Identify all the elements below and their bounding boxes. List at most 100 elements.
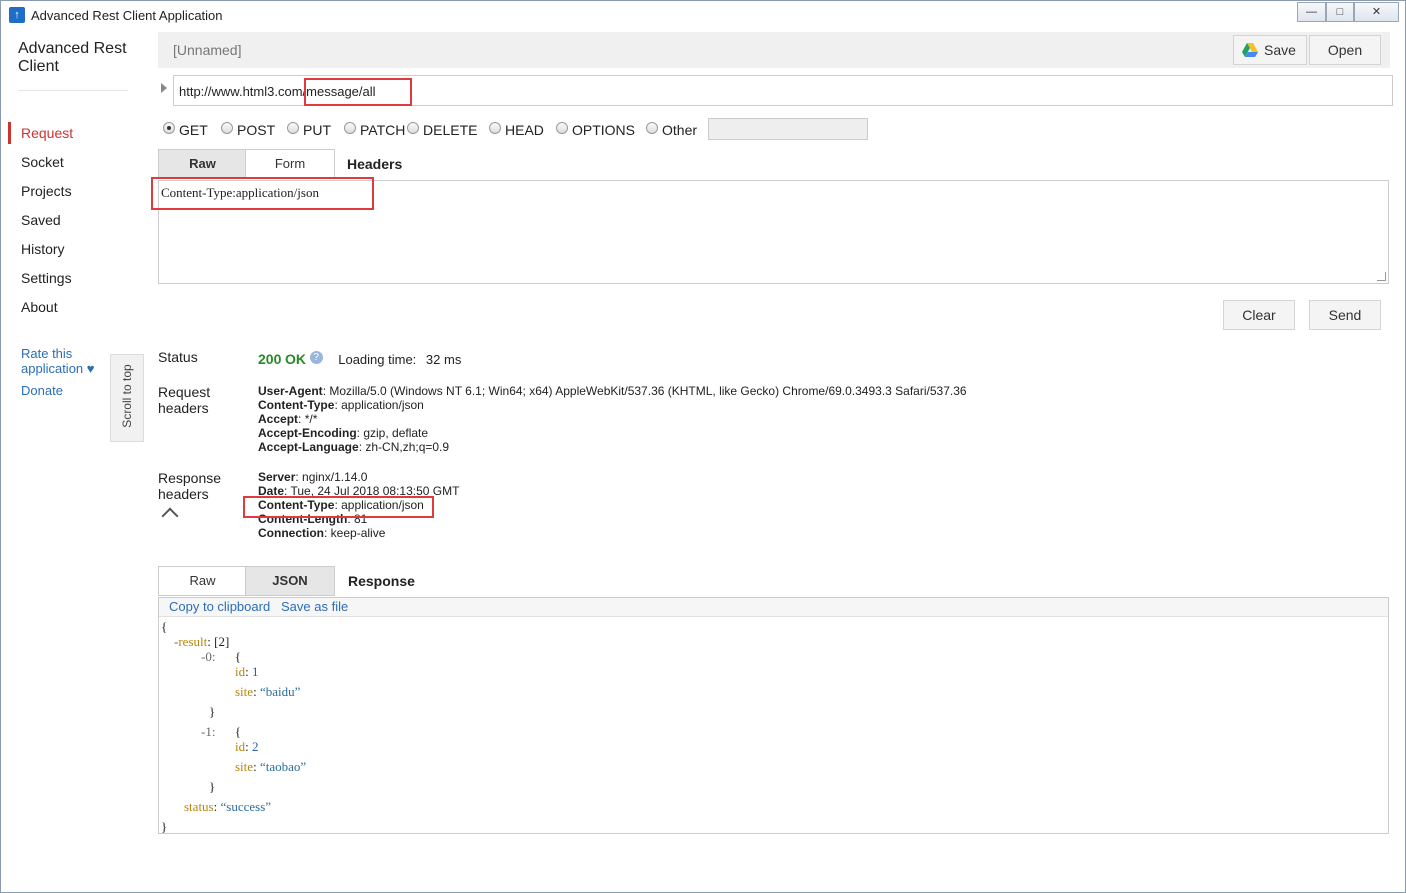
minimize-button[interactable]: — [1297,2,1326,22]
json-item-0-line: -0: { [201,649,241,664]
sidebar-item-request[interactable]: Request [21,125,73,141]
sidebar-item-projects[interactable]: Projects [21,183,72,199]
request-headers-label: Request headers [158,384,210,416]
status-line: 200 OK ? Loading time: 32 ms [258,351,461,367]
json-open-brace: { [161,619,168,634]
logo-line-2: Client [18,58,59,75]
header-name: Content-Type [258,398,335,412]
header-name: Accept-Language [258,440,359,454]
resize-grip-icon[interactable] [1377,272,1386,281]
status-text: OK [284,351,306,367]
sidebar-item-settings[interactable]: Settings [21,270,72,286]
header-name: Connection [258,526,324,540]
sidebar-item-history[interactable]: History [21,241,65,257]
headers-section-title: Headers [347,156,403,172]
window-title: Advanced Rest Client Application [31,8,223,23]
sidebar-item-about[interactable]: About [21,299,58,315]
request-header-row: Accept-Language: zh-CN,zh;q=0.9 [258,440,450,454]
json-item-1-site: site: “taobao” [235,759,306,774]
request-headers-label-2: headers [158,400,209,416]
header-name: Accept [258,412,299,426]
json-value-site: “baidu” [259,684,301,699]
response-headers-label-2: headers [158,486,209,502]
help-icon[interactable]: ? [309,351,323,364]
json-result-line: -result: [2] [174,634,229,649]
tab-headers-form[interactable]: Form [245,149,335,179]
highlight-response-content-type [243,496,434,518]
json-key-result: result [178,634,208,649]
scroll-to-top-button[interactable]: Scroll to top [110,354,144,442]
other-method-input[interactable] [708,118,868,140]
clear-button[interactable]: Clear [1223,300,1295,330]
tab-response-json[interactable]: JSON [245,566,335,596]
active-nav-indicator [8,122,11,144]
response-headers-label: Response headers [158,470,221,502]
header-value: */* [304,412,318,426]
donate-link[interactable]: Donate [21,383,63,398]
method-label: PUT [303,122,331,138]
send-button[interactable]: Send [1309,300,1381,330]
title-bar: ↑ Advanced Rest Client Application — □ ✕ [1,1,1405,28]
url-expand-arrow-icon[interactable] [161,83,167,93]
request-header-row: Accept-Encoding: gzip, deflate [258,426,429,440]
request-header-row: User-Agent: Mozilla/5.0 (Windows NT 6.1;… [258,384,967,398]
save-label: Save [1264,42,1296,58]
header-value: application/json [341,398,424,412]
request-toolbar: [Unnamed] Save Open [158,32,1390,68]
rate-app-link[interactable]: Rate this application ♥ [21,346,95,376]
rate-line-2: application ♥ [21,361,95,376]
response-headers-label-1: Response [158,470,222,486]
method-label: OPTIONS [572,122,636,138]
request-headers-label-1: Request [158,384,211,400]
header-value: Mozilla/5.0 (Windows NT 6.1; Win64; x64)… [329,384,967,398]
json-toggle-item-0[interactable]: -0: [201,649,215,664]
radio-dot [163,122,175,134]
json-item-1-open: { [234,724,241,739]
save-as-file-link[interactable]: Save as file [281,599,348,614]
maximize-button[interactable]: □ [1326,2,1354,22]
header-name: Accept-Encoding [258,426,357,440]
highlight-request-header [151,177,374,210]
json-item-0-id: id: 1 [235,664,259,679]
json-key-site: site [235,759,254,774]
tab-response-raw[interactable]: Raw [158,566,247,596]
json-colon: : [207,634,211,649]
header-value: nginx/1.14.0 [302,470,368,484]
json-status-line: status: “success” [184,799,271,814]
json-close-brace: } [161,819,168,834]
json-item-1-line: -1: { [201,724,241,739]
save-button[interactable]: Save [1233,35,1307,65]
radio-dot [556,122,568,134]
request-name: [Unnamed] [173,42,242,58]
app-logo: Advanced Rest Client [18,40,127,76]
json-result-count: [2] [214,634,230,649]
json-toggle-item-1[interactable]: -1: [201,724,215,739]
tab-headers-raw[interactable]: Raw [158,149,247,179]
logo-divider [18,90,128,91]
open-button[interactable]: Open [1309,35,1381,65]
status-code: 200 [258,351,282,367]
scroll-to-top-label: Scroll to top [120,364,134,428]
close-button[interactable]: ✕ [1354,2,1399,22]
sidebar-item-socket[interactable]: Socket [21,154,64,170]
sidebar-item-saved[interactable]: Saved [21,212,61,228]
response-header-row: Connection: keep-alive [258,526,386,540]
json-key-site: site [235,684,254,699]
request-header-row: Content-Type: application/json [258,398,424,412]
method-label: Other [662,122,698,138]
header-name: User-Agent [258,384,323,398]
google-drive-icon [1242,43,1258,57]
json-value-status: “success” [220,799,272,814]
copy-to-clipboard-link[interactable]: Copy to clipboard [169,599,270,614]
json-item-0-open: { [234,649,241,664]
method-label: DELETE [423,122,478,138]
json-value-id: 1 [252,664,259,679]
loading-time-label: Loading time: [338,352,417,367]
header-value: zh-CN,zh;q=0.9 [365,440,450,454]
status-label: Status [158,349,198,365]
loading-time-value: 32 ms [425,352,462,367]
json-colon: : [213,799,218,814]
json-colon: : [253,759,257,774]
radio-dot [287,122,299,134]
json-value-id: 2 [252,739,259,754]
